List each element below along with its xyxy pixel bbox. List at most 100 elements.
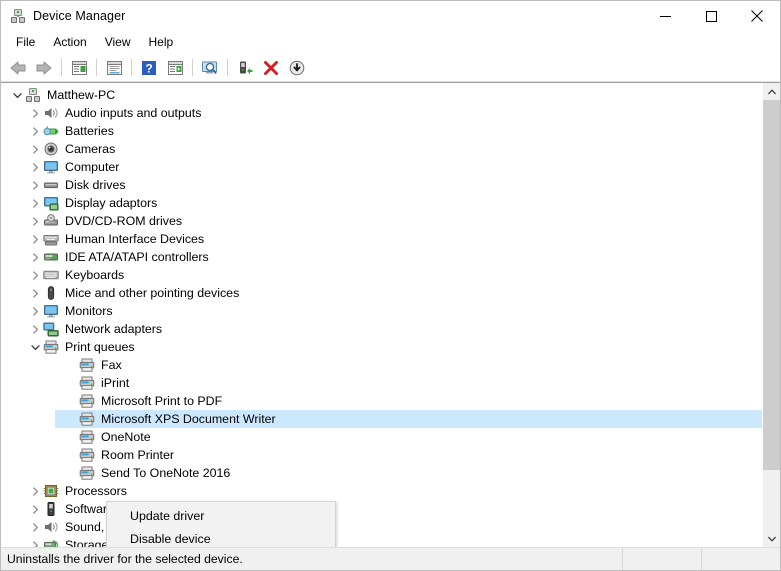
device-tree[interactable]: Matthew-PC Audio inputs and outputs Batter… bbox=[1, 83, 762, 547]
svg-text:?: ? bbox=[145, 61, 152, 75]
tree-row[interactable]: IDE ATA/ATAPI controllers bbox=[1, 248, 762, 266]
tree-row-label: Microsoft Print to PDF bbox=[101, 394, 223, 408]
display-adaptor-icon bbox=[43, 195, 59, 211]
tree-row[interactable]: Room Printer bbox=[1, 446, 762, 464]
tree-row-label: Processors bbox=[65, 484, 127, 498]
tree-row[interactable]: iPrint bbox=[1, 374, 762, 392]
battery-icon bbox=[43, 123, 59, 139]
status-text: Uninstalls the driver for the selected d… bbox=[7, 552, 243, 566]
menu-help[interactable]: Help bbox=[140, 32, 183, 53]
show-hide-console-tree-button[interactable] bbox=[67, 56, 91, 79]
chevron-down-icon[interactable] bbox=[9, 86, 25, 104]
status-bar: Uninstalls the driver for the selected d… bbox=[1, 548, 780, 570]
tree-row-label: Matthew-PC bbox=[47, 88, 116, 102]
chevron-right-icon[interactable] bbox=[27, 230, 43, 248]
tree-row[interactable]: Disk drives bbox=[1, 176, 762, 194]
tree-row[interactable]: Monitors bbox=[1, 302, 762, 320]
tree-row[interactable]: Matthew-PC bbox=[1, 86, 762, 104]
chevron-right-icon[interactable] bbox=[27, 194, 43, 212]
scrollbar-track[interactable] bbox=[763, 100, 780, 530]
forward-button[interactable] bbox=[32, 56, 56, 79]
tree-row[interactable]: Network adapters bbox=[1, 320, 762, 338]
toolbar-separator bbox=[131, 59, 132, 76]
vertical-scrollbar[interactable] bbox=[762, 83, 780, 547]
disk-drive-icon bbox=[43, 177, 59, 193]
chevron-right-icon[interactable] bbox=[27, 140, 43, 158]
printer-icon bbox=[79, 429, 95, 445]
storage-controller-icon bbox=[43, 537, 59, 547]
context-menu-item-update-driver[interactable]: Update driver bbox=[107, 504, 335, 527]
tree-row-label: IDE ATA/ATAPI controllers bbox=[65, 250, 209, 264]
chevron-right-icon[interactable] bbox=[27, 482, 43, 500]
chevron-right-icon[interactable] bbox=[27, 104, 43, 122]
update-driver-button[interactable] bbox=[233, 56, 257, 79]
scrollbar-thumb[interactable] bbox=[763, 100, 780, 470]
chevron-right-icon[interactable] bbox=[27, 320, 43, 338]
chevron-right-icon[interactable] bbox=[27, 518, 43, 536]
status-separator bbox=[622, 548, 623, 570]
chevron-right-icon[interactable] bbox=[27, 122, 43, 140]
tree-row[interactable]: Fax bbox=[1, 356, 762, 374]
tree-row[interactable]: Print queues bbox=[1, 338, 762, 356]
chevron-right-icon[interactable] bbox=[27, 266, 43, 284]
tree-row[interactable]: Mice and other pointing devices bbox=[1, 284, 762, 302]
chevron-right-icon[interactable] bbox=[27, 536, 43, 547]
tree-row-label: Audio inputs and outputs bbox=[65, 106, 202, 120]
tree-row[interactable]: DVD/CD-ROM drives bbox=[1, 212, 762, 230]
twisty-placeholder bbox=[63, 428, 79, 446]
twisty-placeholder bbox=[63, 356, 79, 374]
tree-row[interactable]: Audio inputs and outputs bbox=[1, 104, 762, 122]
tree-row-selected[interactable]: Microsoft XPS Document Writer bbox=[1, 410, 762, 428]
help-button[interactable]: ? bbox=[137, 56, 161, 79]
uninstall-device-button[interactable] bbox=[259, 56, 283, 79]
tree-row[interactable]: Processors bbox=[1, 482, 762, 500]
ide-controller-icon bbox=[43, 249, 59, 265]
printer-icon bbox=[79, 447, 95, 463]
device-manager-icon bbox=[10, 8, 26, 24]
camera-icon bbox=[43, 141, 59, 157]
close-button[interactable] bbox=[734, 1, 780, 31]
chevron-right-icon[interactable] bbox=[27, 284, 43, 302]
tree-row[interactable]: Human Interface Devices bbox=[1, 230, 762, 248]
properties-button[interactable] bbox=[102, 56, 126, 79]
back-button[interactable] bbox=[6, 56, 30, 79]
device-context-menu[interactable]: Update driverDisable deviceUninstall dev… bbox=[106, 501, 336, 547]
chevron-right-icon[interactable] bbox=[27, 158, 43, 176]
chevron-right-icon[interactable] bbox=[27, 500, 43, 518]
context-menu-item-disable-device[interactable]: Disable device bbox=[107, 527, 335, 547]
tree-row[interactable]: OneNote bbox=[1, 428, 762, 446]
show-hide-action-pane-button[interactable] bbox=[163, 56, 187, 79]
scroll-down-arrow-icon[interactable] bbox=[763, 530, 780, 547]
chevron-right-icon[interactable] bbox=[27, 302, 43, 320]
menu-view[interactable]: View bbox=[96, 32, 140, 53]
chevron-right-icon[interactable] bbox=[27, 212, 43, 230]
tree-row[interactable]: Keyboards bbox=[1, 266, 762, 284]
disable-device-button[interactable] bbox=[285, 56, 309, 79]
tree-row[interactable]: Cameras bbox=[1, 140, 762, 158]
tree-row-label: Microsoft XPS Document Writer bbox=[101, 412, 276, 426]
maximize-button[interactable] bbox=[688, 1, 734, 31]
toolbar-separator bbox=[96, 59, 97, 76]
menu-file[interactable]: File bbox=[7, 32, 44, 53]
toolbar: ? bbox=[1, 54, 780, 82]
tree-row[interactable]: Computer bbox=[1, 158, 762, 176]
tree-row[interactable]: Send To OneNote 2016 bbox=[1, 464, 762, 482]
tree-row-label: Send To OneNote 2016 bbox=[101, 466, 231, 480]
network-adapter-icon bbox=[43, 321, 59, 337]
software-device-icon bbox=[43, 501, 59, 517]
minimize-button[interactable] bbox=[642, 1, 688, 31]
printer-icon bbox=[79, 411, 95, 427]
device-manager-window: Device Manager File Action View Help ? M… bbox=[0, 0, 781, 571]
scan-hardware-changes-button[interactable] bbox=[198, 56, 222, 79]
menu-action[interactable]: Action bbox=[44, 32, 95, 53]
chevron-right-icon[interactable] bbox=[27, 248, 43, 266]
tree-row[interactable]: Microsoft Print to PDF bbox=[1, 392, 762, 410]
tree-row[interactable]: Display adaptors bbox=[1, 194, 762, 212]
chevron-down-icon[interactable] bbox=[27, 338, 43, 356]
chevron-right-icon[interactable] bbox=[27, 176, 43, 194]
tree-row-label: OneNote bbox=[101, 430, 151, 444]
tree-row-label: Human Interface Devices bbox=[65, 232, 205, 246]
monitor-icon bbox=[43, 159, 59, 175]
scroll-up-arrow-icon[interactable] bbox=[763, 83, 780, 100]
tree-row[interactable]: Batteries bbox=[1, 122, 762, 140]
